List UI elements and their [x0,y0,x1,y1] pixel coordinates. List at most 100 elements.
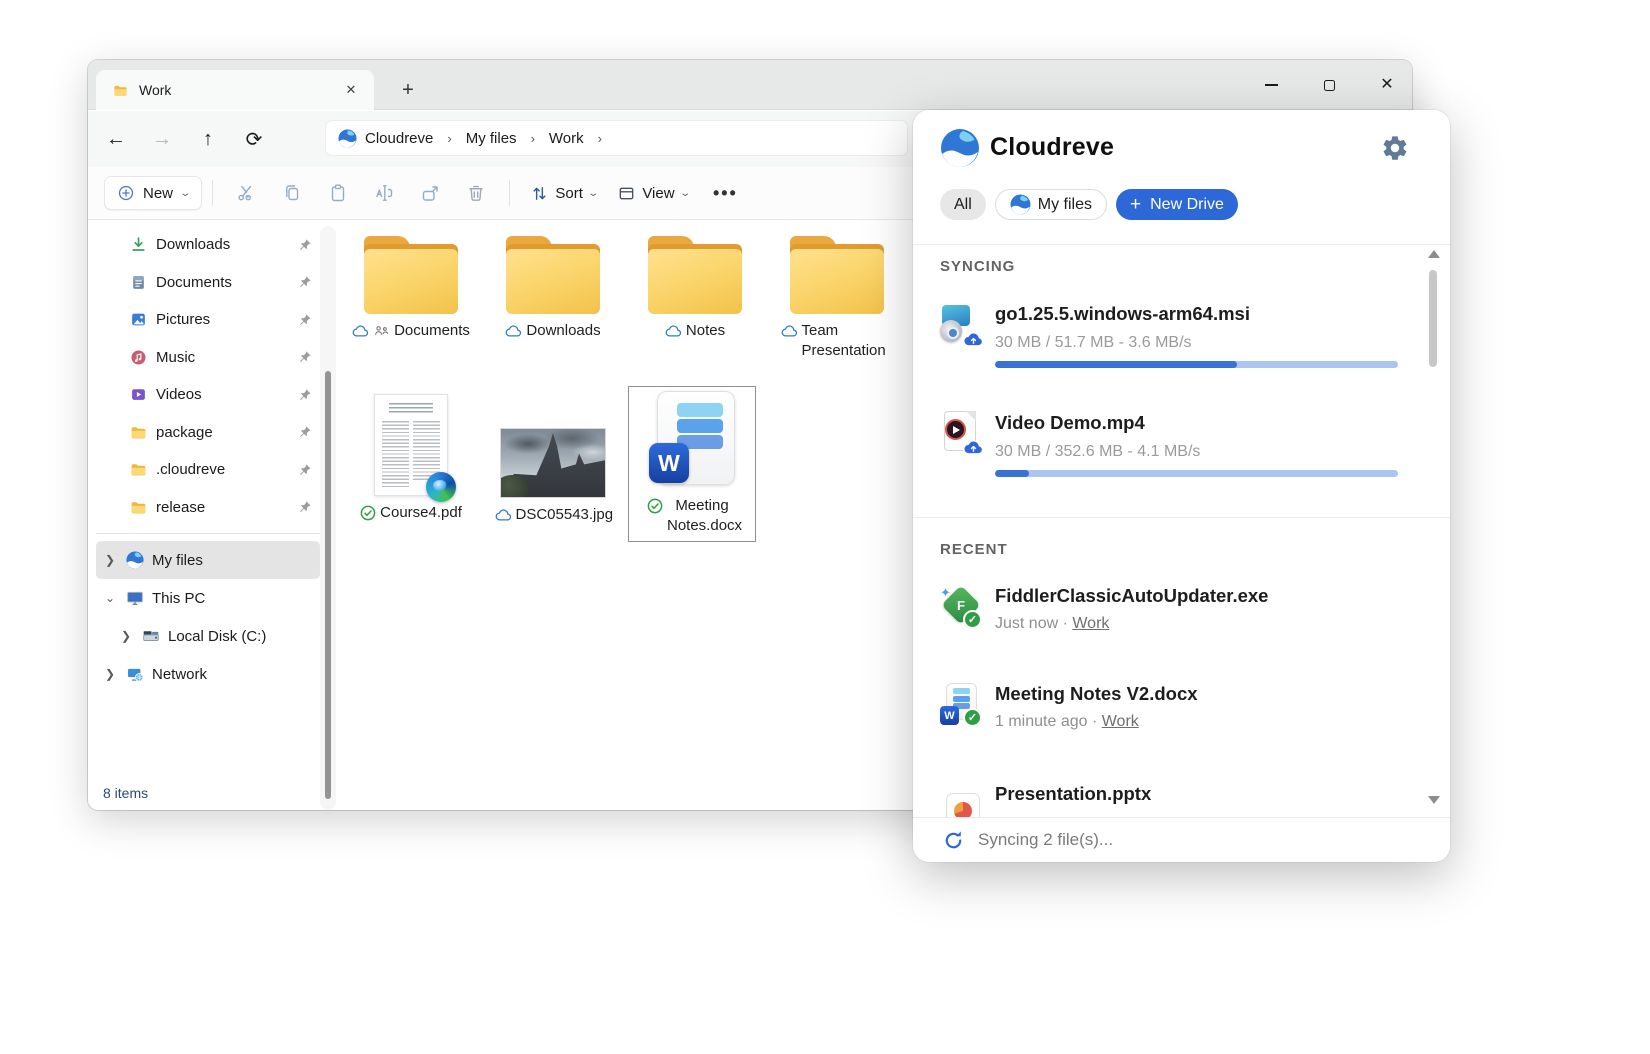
sort-button-label: Sort [555,185,583,202]
scroll-down-arrow-icon[interactable] [1428,796,1440,804]
paste-button[interactable] [315,175,361,211]
file-name: Meeting Notes.docx [667,496,737,535]
word-file-icon: W ✓ [940,683,984,727]
pin-icon [298,388,312,402]
filter-all-pill[interactable]: All [940,189,986,220]
sidebar-item-music[interactable]: Music [96,339,320,377]
copy-icon [282,183,302,203]
folder-item-downloads[interactable]: Downloads [482,236,624,341]
new-drive-button[interactable]: + New Drive [1116,189,1238,220]
syncing-file-progress-text: 30 MB / 352.6 MB - 4.1 MB/s [995,443,1200,461]
navigation-pane: Downloads Documents Pictures Music Video [96,226,320,693]
sidebar-item-network[interactable]: ❯ Network [96,655,320,693]
cloud-upload-badge-icon [963,439,984,455]
folder-item-team-presentation[interactable]: Team Presentation [766,236,908,360]
forward-icon[interactable]: → [144,121,180,157]
up-icon[interactable]: ↑ [190,121,226,157]
tab-strip: Work ✕ + ✕ [88,60,1412,110]
pictures-icon [130,311,147,328]
chevron-right-icon[interactable]: ❯ [102,553,118,567]
recent-file-location-link[interactable]: Work [1102,713,1139,730]
recent-file-location-link[interactable]: Work [1072,615,1109,632]
panel-scrollbar-thumb[interactable] [1429,270,1437,367]
chevron-down-icon: ⌄ [179,188,191,199]
new-button-label: New [143,185,173,202]
sidebar-item-videos[interactable]: Videos [96,376,320,414]
file-item-meeting-notes-docx[interactable]: W Meeting Notes.docx [628,386,756,542]
folder-name: Downloads [526,321,600,341]
sidebar-item-documents[interactable]: Documents [96,264,320,302]
cloudreve-logo [940,128,980,168]
folder-icon [130,461,147,478]
sidebar-item-downloads[interactable]: Downloads [96,226,320,264]
cloud-status-icon [352,324,369,338]
folder-item-documents[interactable]: Documents [340,236,482,341]
breadcrumb-separator: › [441,131,457,146]
chevron-right-icon[interactable]: ❯ [118,629,134,643]
progress-bar [995,361,1398,368]
scroll-up-arrow-icon[interactable] [1428,250,1440,258]
sort-button[interactable]: Sort ⌄ [520,177,607,210]
pin-icon [298,500,312,514]
view-icon [617,184,636,203]
disk-icon [142,627,160,645]
view-button[interactable]: View ⌄ [607,177,699,210]
minimize-button[interactable] [1248,68,1294,102]
recent-file-time: Just now · [995,615,1072,632]
word-document-icon: W [649,391,735,489]
rename-button[interactable] [361,175,407,211]
folder-icon [130,424,147,441]
share-button[interactable] [407,175,453,211]
new-button[interactable]: New ⌄ [104,176,202,210]
tab-close-icon[interactable]: ✕ [340,79,362,101]
sidebar-item-my-files[interactable]: ❯ My files [96,541,320,579]
scrollbar-thumb[interactable] [325,371,331,799]
sidebar-item-local-disk-c[interactable]: ❯ Local Disk (C:) [96,617,320,655]
folder-name: Documents [394,321,470,341]
file-item-dsc05543-jpg[interactable]: DSC05543.jpg [482,388,624,525]
sidebar-item-release[interactable]: release [96,489,320,527]
sidebar-scrollbar[interactable] [320,226,336,810]
refresh-icon[interactable]: ⟳ [236,121,272,157]
folder-item-notes[interactable]: Notes [624,236,766,341]
recent-file-time: 1 minute ago · [995,713,1102,730]
chevron-right-icon[interactable]: ❯ [102,667,118,681]
folder-icon [503,236,603,314]
new-tab-button[interactable]: + [394,76,422,104]
copy-button[interactable] [269,175,315,211]
close-button[interactable]: ✕ [1364,68,1410,102]
breadcrumb[interactable]: Cloudreve › My files › Work › [325,120,908,156]
tab-work[interactable]: Work ✕ [96,70,374,110]
sidebar-item-label: release [156,499,205,516]
settings-gear-icon[interactable] [1381,134,1409,162]
synced-check-badge: ✓ [963,610,982,629]
synced-check-badge: ✓ [963,708,982,727]
breadcrumb-item-my-files[interactable]: My files [466,130,517,147]
sidebar-item-pictures[interactable]: Pictures [96,301,320,339]
more-options-icon[interactable]: ••• [713,183,738,204]
folder-name: Notes [686,321,725,341]
breadcrumb-item-work[interactable]: Work [549,130,584,147]
breadcrumb-item-cloudreve[interactable]: Cloudreve [365,130,433,147]
file-name: DSC05543.jpg [516,505,612,525]
sidebar-item-cloudreve-folder[interactable]: .cloudreve [96,451,320,489]
folder-icon [645,236,745,314]
cut-button[interactable] [223,175,269,211]
delete-button[interactable] [453,175,499,211]
cloud-status-icon [665,324,682,338]
maximize-button[interactable] [1306,68,1352,102]
sidebar-item-label: Pictures [156,311,210,328]
synced-check-icon [360,505,376,521]
chevron-down-icon[interactable]: ⌄ [102,591,118,605]
back-icon[interactable]: ← [98,121,134,157]
sidebar-item-this-pc[interactable]: ⌄ This PC [96,579,320,617]
progress-bar [995,470,1398,477]
synced-check-icon [647,498,663,514]
sidebar-item-package[interactable]: package [96,414,320,452]
monitor-icon [126,589,144,607]
recent-file-meta: Just now · Work [995,615,1109,633]
progress-bar-fill [995,361,1237,368]
filter-my-files-pill[interactable]: My files [995,189,1107,220]
file-item-course4-pdf[interactable]: Course4.pdf [340,388,482,523]
cloudreve-logo-icon [126,551,144,569]
